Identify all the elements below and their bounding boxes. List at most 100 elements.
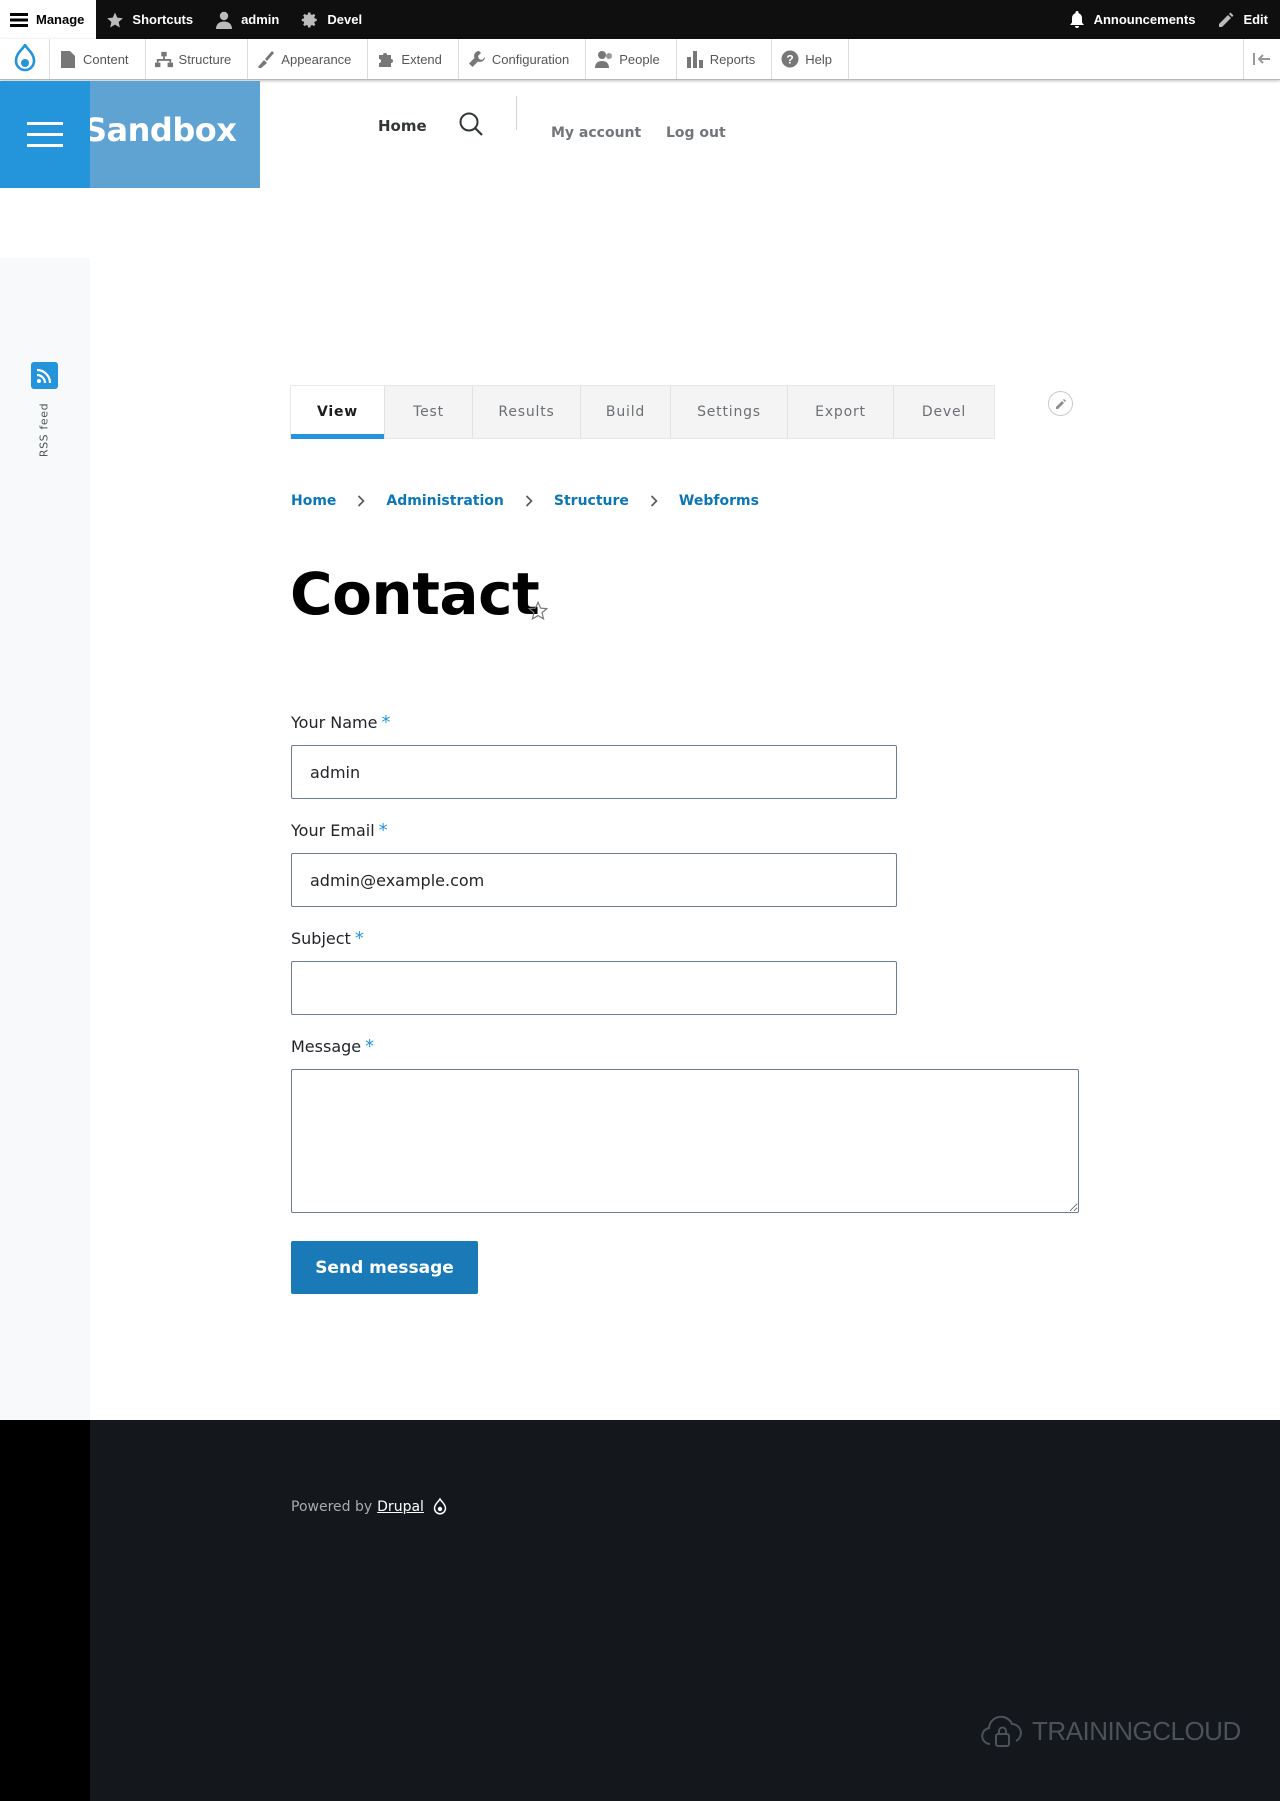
site-footer: Powered by Drupal TRAININGCLOUD (0, 1420, 1280, 1801)
footer-left-rail (0, 1420, 90, 1801)
breadcrumb-home[interactable]: Home (291, 493, 336, 509)
send-message-button[interactable]: Send message (291, 1241, 478, 1294)
chevron-right-icon (346, 495, 376, 507)
wrench-icon (468, 50, 486, 68)
drupal-icon (14, 44, 35, 72)
powered-by: Powered by Drupal (291, 1498, 447, 1515)
toolbar-manage-label: Manage (36, 12, 85, 27)
log-out-link[interactable]: Log out (666, 125, 726, 141)
tray-item-label: Appearance (281, 51, 352, 67)
mobile-menu-button[interactable] (0, 81, 90, 188)
tray-item-appearance[interactable]: Appearance (248, 39, 369, 79)
help-icon: ? (781, 50, 799, 68)
contextual-edit-button[interactable] (1048, 391, 1073, 416)
tray-item-label: Structure (178, 51, 232, 67)
tray-item-label: Reports (709, 51, 756, 67)
drupal-link[interactable]: Drupal (377, 1499, 424, 1515)
cloud-icon (981, 1715, 1022, 1747)
toolbar-devel[interactable]: Devel (291, 0, 374, 39)
your-name-label: Your Name * (291, 712, 391, 733)
your-name-input[interactable] (291, 745, 897, 799)
tab-test[interactable]: Test (385, 386, 473, 438)
subject-input[interactable] (291, 961, 897, 1015)
tray-item-people[interactable]: People (586, 39, 677, 79)
breadcrumb-administration[interactable]: Administration (386, 493, 503, 509)
star-icon (106, 11, 124, 29)
people-icon (595, 50, 613, 68)
trainingcloud-logo: TRAININGCLOUD (980, 1712, 1241, 1750)
tab-view[interactable]: View (291, 386, 385, 439)
message-textarea[interactable] (291, 1069, 1079, 1213)
my-account-link[interactable]: My account (551, 125, 641, 141)
toolbar-announcements[interactable]: Announcements (1058, 0, 1208, 39)
tray-item-label: Content (83, 51, 129, 67)
tray-item-configuration[interactable]: Configuration (459, 39, 587, 79)
message-label: Message * (291, 1036, 375, 1057)
rss-feed-label: RSS feed (37, 402, 51, 458)
tab-export[interactable]: Export (788, 386, 894, 438)
subject-label: Subject * (291, 928, 364, 949)
rss-feed-link[interactable] (31, 362, 58, 389)
local-tasks-tabs: View Test Results Build Settings Export … (290, 385, 995, 439)
chevron-right-icon (639, 495, 669, 507)
toolbar-shortcuts-label: Shortcuts (132, 12, 194, 27)
tray-item-label: People (619, 51, 660, 67)
tab-devel[interactable]: Devel (894, 386, 994, 438)
toolbar-devel-label: Devel (327, 12, 363, 27)
toolbar-edit[interactable]: Edit (1207, 0, 1280, 39)
search-icon[interactable] (458, 111, 484, 137)
drupal-home-link[interactable] (0, 39, 50, 79)
hamburger-line (27, 133, 63, 136)
your-email-label: Your Email * (291, 820, 388, 841)
tray-item-reports[interactable]: Reports (677, 39, 773, 79)
tab-settings[interactable]: Settings (671, 386, 788, 438)
sitemap-icon (154, 50, 173, 68)
hamburger-line (27, 122, 63, 125)
drupal-icon (433, 1498, 447, 1515)
tray-item-label: Help (805, 51, 832, 67)
tray-item-content[interactable]: Content (50, 39, 146, 79)
tray-item-help[interactable]: ? Help (772, 39, 849, 79)
tab-results[interactable]: Results (473, 386, 581, 438)
tray-item-label: Extend (401, 51, 442, 67)
bar-chart-icon (686, 50, 704, 68)
nav-home-link[interactable]: Home (378, 117, 427, 135)
site-branding[interactable]: Sandbox (90, 81, 260, 188)
gear-icon (301, 11, 319, 29)
toolbar-tray: Content Structure Appearance Extend Conf… (0, 39, 1280, 80)
pencil-icon (1217, 11, 1235, 29)
powered-by-text: Powered by (291, 1498, 373, 1515)
site-name: Sandbox (90, 111, 237, 149)
toolbar-orientation-toggle[interactable] (1243, 39, 1280, 79)
toolbar-shortcuts[interactable]: Shortcuts (96, 0, 205, 39)
toolbar-user[interactable]: admin (205, 0, 291, 39)
required-marker: * (378, 820, 388, 841)
svg-text:?: ? (787, 53, 794, 67)
tray-item-structure[interactable]: Structure (146, 39, 249, 79)
tray-item-extend[interactable]: Extend (368, 39, 459, 79)
shortcut-star-icon[interactable] (527, 600, 549, 622)
paintbrush-icon (257, 50, 275, 68)
hamburger-line (27, 144, 63, 147)
menu-icon (10, 11, 28, 29)
collapse-icon (1253, 53, 1270, 65)
trainingcloud-text: TRAININGCLOUD (1032, 1715, 1241, 1746)
pencil-icon (1055, 398, 1066, 409)
breadcrumb-webforms[interactable]: Webforms (679, 493, 759, 509)
required-marker: * (381, 712, 391, 733)
toolbar-user-label: admin (241, 12, 280, 27)
puzzle-icon (377, 50, 395, 68)
user-icon (215, 11, 233, 29)
your-email-input[interactable] (291, 853, 897, 907)
main-navigation: Home (378, 96, 517, 136)
tab-build[interactable]: Build (581, 386, 671, 438)
admin-toolbar: Manage Shortcuts admin Devel Announcemen… (0, 0, 1280, 39)
breadcrumb-structure[interactable]: Structure (554, 493, 629, 509)
toolbar-edit-label: Edit (1243, 12, 1268, 27)
toolbar-announcements-label: Announcements (1093, 12, 1196, 27)
nav-divider (516, 96, 517, 130)
breadcrumb: Home Administration Structure Webforms (291, 493, 759, 509)
file-icon (59, 50, 77, 68)
bell-icon (1068, 10, 1086, 29)
toolbar-manage[interactable]: Manage (0, 0, 97, 39)
